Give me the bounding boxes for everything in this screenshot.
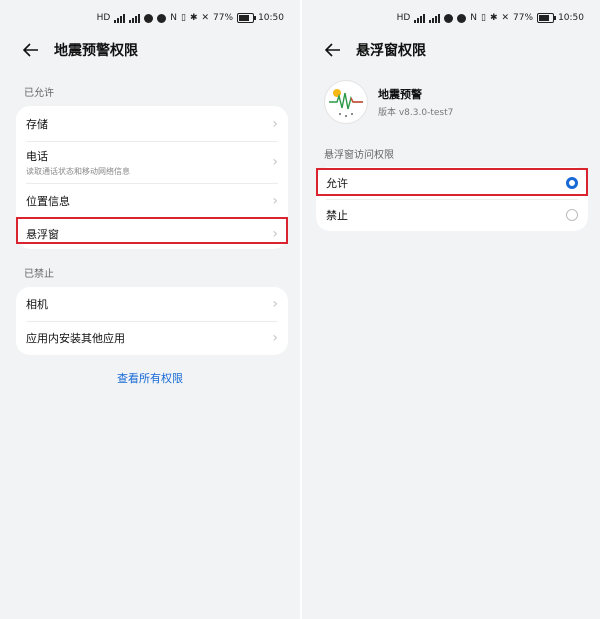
hd-icon: HD (396, 13, 411, 23)
nfc-icon: N (470, 13, 477, 23)
clock: 10:50 (258, 13, 284, 23)
app-notification-icon (144, 13, 154, 23)
signal-icon (414, 13, 426, 23)
chevron-right-icon: › (272, 296, 278, 312)
floating-window-options-card: 允许 禁止 (316, 167, 588, 231)
back-arrow-icon (325, 43, 340, 57)
permission-label: 存储 (26, 117, 48, 131)
permission-install-apps[interactable]: 应用内安装其他应用 › (16, 321, 288, 355)
back-button[interactable] (20, 39, 42, 61)
permission-location[interactable]: 位置信息 › (16, 183, 288, 218)
permission-phone[interactable]: 电话 读取通话状态和移动网络信息 › (16, 141, 288, 183)
permissions-screen: HD N ▯ ✱ ✕ 77% 10:50 地震预警权限 已允许 存储 › 电话 … (0, 0, 300, 619)
mute-icon: ✕ (201, 13, 210, 23)
allowed-permissions-card: 存储 › 电话 读取通话状态和移动网络信息 › 位置信息 › 悬浮窗 › (16, 106, 288, 249)
chevron-right-icon: › (272, 330, 278, 346)
permission-camera[interactable]: 相机 › (16, 287, 288, 321)
app-version: 版本 v8.3.0-test7 (378, 108, 454, 118)
nfc-icon: N (170, 13, 177, 23)
battery-icon (237, 13, 257, 23)
hd-icon: HD (96, 13, 111, 23)
signal-icon-2 (429, 13, 441, 23)
permission-label: 位置信息 (26, 194, 70, 208)
option-label: 允许 (326, 177, 348, 190)
permission-storage[interactable]: 存储 › (16, 106, 288, 141)
vibrate-icon: ▯ (181, 13, 186, 23)
header: 地震预警权限 (20, 38, 138, 62)
chevron-right-icon: › (272, 115, 278, 132)
mute-icon: ✕ (501, 13, 510, 23)
view-all-permissions-link[interactable]: 查看所有权限 (0, 370, 300, 386)
signal-icon (114, 13, 126, 23)
app-notification-icon-2 (157, 13, 167, 23)
permission-label: 相机 (26, 298, 48, 311)
denied-section-label: 已禁止 (24, 269, 54, 280)
back-button[interactable] (322, 39, 344, 61)
back-arrow-icon (23, 43, 38, 57)
battery-icon (537, 13, 557, 23)
app-notification-icon (444, 13, 454, 23)
app-info: 地震预警 版本 v8.3.0-test7 (324, 80, 453, 124)
permission-description: 读取通话状态和移动网络信息 (26, 166, 130, 176)
option-label: 禁止 (326, 209, 348, 222)
app-name: 地震预警 (378, 88, 422, 101)
clock: 10:50 (558, 13, 584, 23)
permission-label: 悬浮窗 (26, 227, 59, 241)
app-notification-icon-2 (457, 13, 467, 23)
app-icon (324, 80, 368, 124)
page-title: 悬浮窗权限 (356, 43, 426, 59)
chevron-right-icon: › (272, 225, 278, 242)
floating-window-section-label: 悬浮窗访问权限 (324, 150, 394, 161)
bluetooth-icon: ✱ (189, 13, 198, 23)
page-title: 地震预警权限 (54, 43, 138, 59)
chevron-right-icon: › (272, 192, 278, 209)
status-bar: HD N ▯ ✱ ✕ 77% 10:50 (397, 10, 584, 26)
radio-selected-icon[interactable] (566, 177, 578, 189)
denied-permissions-card: 相机 › 应用内安装其他应用 › (16, 287, 288, 355)
battery-percent: 77% (513, 13, 534, 23)
allowed-section-label: 已允许 (24, 88, 54, 99)
bluetooth-icon: ✱ (489, 13, 498, 23)
permission-floating-window[interactable]: 悬浮窗 › (16, 218, 288, 249)
option-allow[interactable]: 允许 (316, 167, 588, 199)
vibrate-icon: ▯ (481, 13, 486, 23)
permission-label: 电话 (26, 149, 48, 163)
floating-window-permission-screen: HD N ▯ ✱ ✕ 77% 10:50 悬浮窗权限 地震预警 版本 v8.3.… (302, 0, 600, 619)
earthquake-logo-icon (329, 89, 363, 117)
permission-label: 应用内安装其他应用 (26, 332, 125, 345)
chevron-right-icon: › (272, 154, 278, 170)
radio-unselected-icon[interactable] (566, 209, 578, 221)
status-bar: HD N ▯ ✱ ✕ 77% 10:50 (97, 10, 284, 26)
option-deny[interactable]: 禁止 (316, 199, 588, 231)
signal-icon-2 (129, 13, 141, 23)
header: 悬浮窗权限 (322, 38, 426, 62)
battery-percent: 77% (213, 13, 234, 23)
